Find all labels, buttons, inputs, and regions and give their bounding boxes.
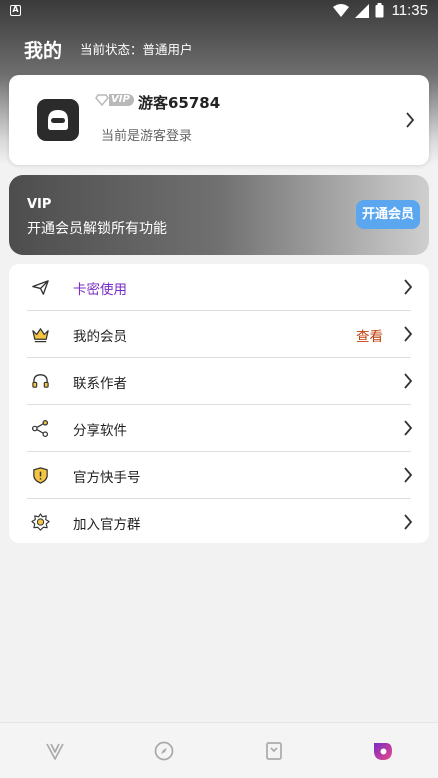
avatar	[37, 99, 79, 141]
headset-icon	[32, 374, 49, 388]
chevron-right-icon	[404, 326, 413, 342]
vip-banner[interactable]: VIP 开通会员解锁所有功能 开通会员	[9, 175, 429, 255]
clock: 11:35	[391, 2, 428, 19]
open-membership-button[interactable]: 开通会员	[356, 200, 420, 229]
menu-item-label: 加入官方群	[73, 517, 141, 533]
shield-icon	[33, 467, 48, 484]
sun-badge-icon	[31, 513, 50, 531]
menu-item-share-app[interactable]: 分享软件	[9, 405, 429, 451]
chevron-right-icon	[404, 373, 413, 389]
vip-badge-label: VIP	[109, 94, 134, 106]
menu-item-label: 官方快手号	[73, 470, 141, 486]
bottom-tab-bar	[0, 722, 438, 778]
username: 游客65784	[138, 94, 221, 112]
vip-banner-description: 开通会员解锁所有功能	[27, 221, 167, 237]
chevron-right-icon	[404, 514, 413, 530]
chevron-right-icon	[404, 279, 413, 295]
menu-item-contact-author[interactable]: 联系作者	[9, 358, 429, 404]
signal-icon	[354, 3, 369, 18]
home-tab-icon[interactable]	[44, 740, 66, 762]
share-icon	[31, 419, 49, 438]
menu-item-label: 分享软件	[73, 423, 127, 439]
user-status-text: 当前状态：普通用户	[80, 42, 193, 57]
chevron-right-icon	[404, 420, 413, 436]
chevron-right-icon	[404, 467, 413, 483]
diamond-icon	[95, 94, 109, 106]
discover-tab-icon[interactable]	[153, 740, 175, 762]
page-title: 我的	[24, 40, 63, 62]
view-link[interactable]: 查看	[356, 325, 383, 345]
robot-avatar-icon	[48, 110, 68, 130]
crown-icon	[32, 328, 49, 343]
paper-plane-icon	[32, 280, 49, 295]
wifi-icon	[332, 3, 349, 17]
menu-item-card-code[interactable]: 卡密使用	[9, 264, 429, 310]
battery-icon	[375, 3, 384, 18]
menu-item-official-kuaishou[interactable]: 官方快手号	[9, 452, 429, 498]
bookmark-tab-icon[interactable]	[263, 740, 285, 762]
profile-tab-icon[interactable]	[372, 740, 394, 762]
status-bar: A 11:35	[0, 0, 438, 24]
vip-banner-title: VIP	[27, 197, 52, 212]
vip-badge: VIP	[95, 94, 134, 106]
menu-item-my-membership[interactable]: 我的会员 查看	[9, 311, 429, 357]
settings-menu: 卡密使用 我的会员 查看 联系作者 分享软件 官方快手号 加入官方群	[9, 264, 429, 543]
menu-item-join-group[interactable]: 加入官方群	[9, 499, 429, 545]
notification-icon: A	[10, 5, 21, 16]
menu-item-label: 卡密使用	[73, 282, 127, 298]
menu-item-label: 联系作者	[73, 376, 127, 392]
menu-item-label: 我的会员	[73, 329, 127, 345]
chevron-right-icon	[406, 112, 415, 128]
login-status: 当前是游客登录	[101, 129, 193, 144]
profile-card[interactable]: VIP 游客65784 当前是游客登录	[9, 75, 429, 165]
